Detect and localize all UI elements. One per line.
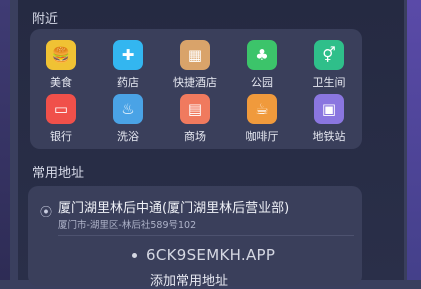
- mall-icon: ▤: [180, 94, 210, 124]
- watermark-text: 6CK9SEMKH.APP: [146, 246, 276, 264]
- address-detail: 厦门市-湖里区-林后社589号102: [58, 220, 197, 231]
- pharmacy-icon: ✚: [113, 40, 143, 70]
- nearby-item-label: 银行: [50, 130, 72, 143]
- nearby-title: 附近: [32, 12, 59, 27]
- bathtub-icon: ♨: [113, 94, 143, 124]
- nearby-item-label: 药店: [117, 76, 139, 89]
- bank-card-icon: ▭: [46, 94, 76, 124]
- nearby-item[interactable]: 🍔 美食: [31, 40, 91, 90]
- icon-glyph: ♣: [255, 46, 269, 64]
- icon-glyph: ▣: [321, 100, 337, 118]
- nearby-item-label: 洗浴: [117, 130, 139, 143]
- icon-glyph: ▦: [187, 46, 203, 64]
- nearby-item-label: 地铁站: [312, 130, 346, 143]
- nearby-item[interactable]: ♣ 公园: [232, 40, 292, 90]
- nearby-item[interactable]: ▭ 银行: [31, 94, 91, 144]
- common-address-title: 常用地址: [32, 166, 85, 181]
- nearby-item-label: 美食: [50, 76, 72, 89]
- nearby-item-label: 公园: [251, 76, 273, 89]
- divider: [58, 235, 354, 236]
- left-edge: [0, 0, 10, 280]
- icon-glyph: ▤: [187, 100, 203, 118]
- nearby-item-label: 快捷酒店: [173, 76, 217, 89]
- nearby-item[interactable]: ♨ 洗浴: [98, 94, 158, 144]
- nearby-item-label: 卫生间: [312, 76, 346, 89]
- nearby-item[interactable]: ▤ 商场: [165, 94, 225, 144]
- restroom-icon: ⚥: [314, 40, 344, 70]
- location-pin-icon: ⦿: [40, 205, 53, 219]
- nearby-item[interactable]: ⚥ 卫生间: [299, 40, 359, 90]
- nearby-item[interactable]: ✚ 药店: [98, 40, 158, 90]
- watermark-dot: [132, 253, 137, 258]
- nearby-item[interactable]: ▦ 快捷酒店: [165, 40, 225, 90]
- right-edge: [407, 0, 421, 280]
- subway-icon: ▣: [314, 94, 344, 124]
- watermark: 6CK9SEMKH.APP: [132, 246, 275, 264]
- nearby-item-label: 咖啡厅: [245, 130, 279, 143]
- icon-glyph: ✚: [121, 46, 135, 64]
- hotel-icon: ▦: [180, 40, 210, 70]
- burger-icon: 🍔: [46, 40, 76, 70]
- icon-glyph: ▭: [53, 100, 69, 118]
- icon-glyph: ⚥: [322, 46, 336, 64]
- icon-glyph: ♨: [121, 100, 135, 118]
- icon-glyph: 🍔: [51, 46, 71, 64]
- nearby-item[interactable]: ☕ 咖啡厅: [232, 94, 292, 144]
- address-name[interactable]: 厦门湖里林后中通(厦门湖里林后营业部): [58, 197, 289, 216]
- nearby-item-label: 商场: [184, 130, 206, 143]
- park-icon: ♣: [247, 40, 277, 70]
- coffee-icon: ☕: [247, 94, 277, 124]
- nearby-item[interactable]: ▣ 地铁站: [299, 94, 359, 144]
- icon-glyph: ☕: [255, 100, 269, 118]
